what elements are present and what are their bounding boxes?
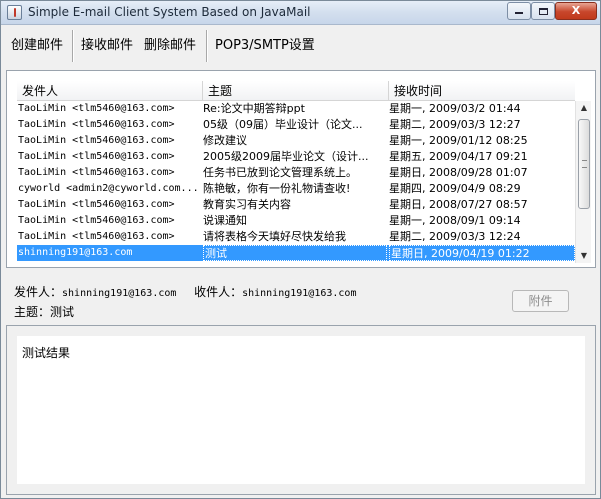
maximize-button[interactable] (531, 2, 555, 20)
sender-value: shinning191@163.com (62, 288, 177, 299)
main-window: Simple E-mail Client System Based on Jav… (0, 0, 601, 499)
table-row[interactable]: TaoLiMin <tlm5460@163.com> 05级（09届）毕业设计（… (17, 117, 575, 133)
table-row[interactable]: TaoLiMin <tlm5460@163.com> 任务书已放到论文管理系统上… (17, 165, 575, 181)
row-subject: 请将表格今天填好尽快发给我 (203, 230, 346, 243)
column-header-sender[interactable]: 发件人 (17, 81, 203, 101)
table-row[interactable]: TaoLiMin <tlm5460@163.com> 说课通知 星期一, 200… (17, 213, 575, 229)
mail-body-textarea[interactable]: 测试结果 (17, 336, 585, 484)
mail-content-panel: 测试结果 (6, 325, 596, 495)
subject-label: 主题： (14, 305, 51, 319)
mail-header-line: 发件人：shinning191@163.com 收件人：shinning191@… (14, 283, 356, 300)
receive-mail-button[interactable]: 接收邮件 (81, 36, 133, 56)
grip-icon (582, 160, 587, 168)
mail-rows: TaoLiMin <tlm5460@163.com> Re:论文中期答辩ppt … (17, 101, 575, 261)
close-button[interactable]: X (555, 2, 597, 20)
scroll-down-arrow-icon[interactable]: ▼ (576, 249, 592, 263)
row-subject: 说课通知 (203, 214, 247, 227)
row-time: 星期日, 2009/04/19 01:22 (389, 245, 575, 261)
row-time: 星期四, 2009/04/9 08:29 (389, 182, 521, 195)
row-sender: TaoLiMin <tlm5460@163.com> (18, 215, 175, 226)
row-sender: shinning191@163.com (18, 247, 133, 258)
toolbar-separator (206, 30, 208, 62)
column-header-subject[interactable]: 主题 (203, 81, 389, 101)
title-bar[interactable]: Simple E-mail Client System Based on Jav… (1, 1, 600, 25)
table-header: 发件人 主题 接收时间 (17, 81, 575, 101)
row-subject: Re:论文中期答辩ppt (203, 102, 305, 115)
row-time: 星期五, 2009/04/17 09:21 (389, 150, 528, 163)
mail-list-panel: 发件人 主题 接收时间 TaoLiMin <tlm5460@163.com> R… (6, 70, 596, 268)
row-time: 星期二, 2009/03/3 12:27 (389, 118, 521, 131)
compose-mail-button[interactable]: 创建邮件 (11, 36, 63, 56)
column-header-time[interactable]: 接收时间 (389, 81, 575, 101)
row-subject: 05级（09届）毕业设计（论文... (203, 118, 363, 131)
toolbar-separator (72, 30, 74, 62)
row-sender: TaoLiMin <tlm5460@163.com> (18, 231, 175, 242)
minimize-button[interactable] (507, 2, 531, 20)
row-subject: 测试 (203, 245, 387, 261)
mail-info-area: 发件人：shinning191@163.com 收件人：shinning191@… (2, 271, 600, 323)
row-sender: TaoLiMin <tlm5460@163.com> (18, 119, 175, 130)
row-sender: TaoLiMin <tlm5460@163.com> (18, 135, 175, 146)
row-time: 星期日, 2008/07/27 08:57 (389, 198, 528, 211)
java-app-icon (7, 5, 22, 20)
toolbar: 创建邮件 接收邮件 删除邮件 POP3/SMTP设置 (2, 26, 600, 66)
mail-body-text: 测试结果 (22, 346, 71, 360)
minimize-icon (515, 12, 523, 14)
row-sender: TaoLiMin <tlm5460@163.com> (18, 167, 175, 178)
window-title: Simple E-mail Client System Based on Jav… (28, 5, 311, 19)
table-row[interactable]: TaoLiMin <tlm5460@163.com> 2005级2009届毕业论… (17, 149, 575, 165)
row-time: 星期二, 2009/03/3 12:24 (389, 230, 521, 243)
row-subject: 任务书已放到论文管理系统上。 (203, 166, 357, 179)
table-row-selected[interactable]: shinning191@163.com 测试 星期日, 2009/04/19 0… (17, 245, 575, 261)
subject-value: 测试 (50, 305, 75, 319)
row-time: 星期一, 2008/09/1 09:14 (389, 214, 521, 227)
row-subject: 教育实习有关内容 (203, 198, 291, 211)
row-sender: TaoLiMin <tlm5460@163.com> (18, 199, 175, 210)
close-icon: X (571, 4, 581, 17)
sender-label: 发件人： (14, 285, 63, 299)
row-subject: 陈艳敏，你有一份礼物请查收! (203, 182, 351, 195)
table-row[interactable]: TaoLiMin <tlm5460@163.com> 修改建议 星期一, 200… (17, 133, 575, 149)
row-subject: 2005级2009届毕业论文（设计... (203, 150, 369, 163)
scroll-up-arrow-icon[interactable]: ▲ (576, 101, 592, 115)
table-row[interactable]: TaoLiMin <tlm5460@163.com> 教育实习有关内容 星期日,… (17, 197, 575, 213)
delete-mail-button[interactable]: 删除邮件 (144, 36, 196, 56)
row-sender: cyworld <admin2@cyworld.com... (18, 183, 199, 194)
maximize-icon (538, 7, 548, 15)
row-sender: TaoLiMin <tlm5460@163.com> (18, 103, 175, 114)
table-row[interactable]: cyworld <admin2@cyworld.com... 陈艳敏，你有一份礼… (17, 181, 575, 197)
row-time: 星期一, 2009/03/2 01:44 (389, 102, 521, 115)
pop3-smtp-settings-button[interactable]: POP3/SMTP设置 (215, 36, 315, 56)
mail-subject-line: 主题：测试 (14, 303, 74, 320)
table-row[interactable]: TaoLiMin <tlm5460@163.com> Re:论文中期答辩ppt … (17, 101, 575, 117)
row-time: 星期一, 2009/01/12 08:25 (389, 134, 528, 147)
scrollbar-thumb[interactable] (578, 119, 590, 209)
table-row[interactable]: TaoLiMin <tlm5460@163.com> 请将表格今天填好尽快发给我… (17, 229, 575, 245)
row-subject: 修改建议 (203, 134, 247, 147)
vertical-scrollbar[interactable]: ▲ ▼ (575, 101, 591, 263)
row-time: 星期日, 2008/09/28 01:07 (389, 166, 528, 179)
attachment-button[interactable]: 附件 (512, 290, 569, 312)
mail-table: 发件人 主题 接收时间 TaoLiMin <tlm5460@163.com> R… (17, 81, 575, 263)
recipient-label: 收件人： (194, 285, 243, 299)
row-sender: TaoLiMin <tlm5460@163.com> (18, 151, 175, 162)
recipient-value: shinning191@163.com (242, 288, 357, 299)
